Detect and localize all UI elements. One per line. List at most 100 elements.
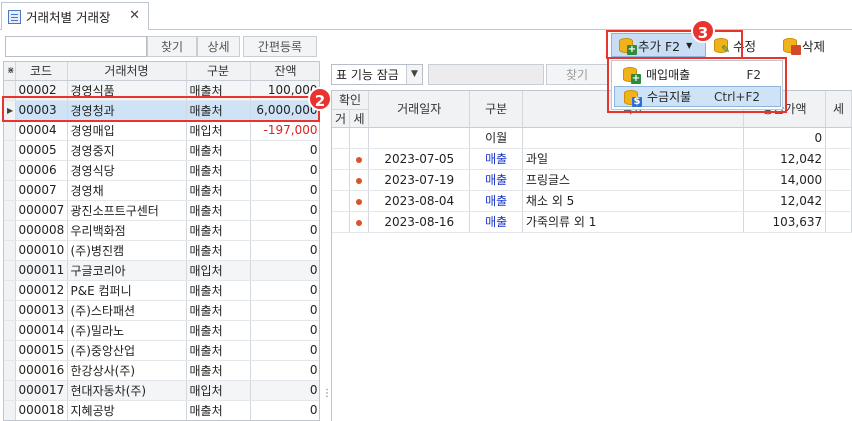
cell-date: 2023-07-05 <box>368 148 471 170</box>
partner-row[interactable]: 000014 (주)밀라노 매출처 0 <box>4 320 319 341</box>
quick-register-button[interactable]: 간편등록 <box>243 36 317 57</box>
row-indicator <box>4 180 16 201</box>
cell-code: 000015 <box>15 340 68 361</box>
ledger-find-button[interactable]: 찾기 <box>546 64 608 85</box>
cell-supply: 12,042 <box>743 190 827 212</box>
combo-value: 표 기능 잠금 <box>336 68 399 82</box>
cell-balance: 0 <box>250 260 319 281</box>
cell-code: 000008 <box>15 220 68 241</box>
cell-date: 2023-08-04 <box>368 190 471 212</box>
step-badge-3: 3 <box>691 19 715 43</box>
partner-row[interactable]: 00005 경영중지 매출처 0 <box>4 140 319 161</box>
ledger-grid: 확인 거래일자 구분 적요 공급가액 세 거 세 이월02023-07-05매출… <box>331 90 852 421</box>
splitter-handle[interactable]: ⋮ <box>322 389 332 404</box>
cell-name: 광진소프트구센터 <box>67 200 187 221</box>
status-dot-icon <box>356 156 363 163</box>
cell-date <box>368 127 471 149</box>
grid-corner: ⋇ <box>4 62 16 81</box>
cell-balance: 0 <box>250 300 319 321</box>
cell-tax <box>825 127 852 149</box>
cell-trade-check <box>332 190 351 212</box>
tab-title: 거래처별 거래장 <box>26 10 111 25</box>
row-indicator <box>4 340 16 361</box>
cell-balance: 0 <box>250 400 319 420</box>
cell-name: (주)스타패션 <box>67 300 187 321</box>
close-icon[interactable]: ✕ <box>129 8 140 23</box>
cell-balance: 0 <box>250 200 319 221</box>
cell-code: 000017 <box>15 380 68 401</box>
cell-code: 000012 <box>15 280 68 301</box>
ledger-row[interactable]: 2023-07-05 매출 과일 12,042 <box>332 148 852 170</box>
column-header-taxinv[interactable]: 세 <box>349 109 370 128</box>
ledger-row[interactable]: 2023-08-04 매출 채소 외 5 12,042 <box>332 190 852 212</box>
partner-row[interactable]: 000007 광진소프트구센터 매출처 0 <box>4 200 319 221</box>
database-delete-icon <box>783 37 801 55</box>
table-lock-combo[interactable]: 표 기능 잠금 ▼ <box>331 64 423 85</box>
cell-balance: -197,000 <box>250 120 319 141</box>
cell-name: 경영중지 <box>67 140 187 161</box>
cell-trade-check <box>332 127 351 149</box>
cell-balance: 0 <box>250 320 319 341</box>
cell-name: P&E 컴퍼니 <box>67 280 187 301</box>
detail-button[interactable]: 상세 <box>197 36 240 57</box>
cell-kind: 매출 <box>469 211 523 233</box>
partner-row[interactable]: 000013 (주)스타패션 매출처 0 <box>4 300 319 321</box>
cell-memo: 프링글스 <box>522 169 744 191</box>
ledger-row[interactable]: 2023-07-19 매출 프링글스 14,000 <box>332 169 852 191</box>
cell-tax <box>825 148 852 170</box>
confirm-group-header: 확인 <box>332 91 370 110</box>
partner-row[interactable]: 000018 지혜공방 매출처 0 <box>4 400 319 420</box>
partner-search-input[interactable] <box>5 36 147 57</box>
column-header-kind[interactable]: 구분 <box>469 91 523 128</box>
ledger-search-input[interactable] <box>428 64 544 85</box>
cell-memo <box>522 127 744 149</box>
cell-type: 매출처 <box>186 340 251 361</box>
column-header-tax[interactable]: 세 <box>825 91 852 128</box>
cell-type: 매출처 <box>186 400 251 420</box>
cell-tax-check <box>349 169 370 191</box>
cell-code: 00004 <box>15 120 68 141</box>
ledger-row[interactable]: 이월 0 <box>332 127 852 149</box>
cell-balance: 0 <box>250 280 319 301</box>
ledger-row[interactable]: 2023-08-16 매출 가죽의류 외 1 103,637 <box>332 211 852 233</box>
cell-type: 매출처 <box>186 140 251 161</box>
cell-type: 매출처 <box>186 320 251 341</box>
partner-row[interactable]: 000015 (주)중앙산업 매출처 0 <box>4 340 319 361</box>
tab-partner-ledger[interactable]: 거래처별 거래장 ✕ <box>1 2 149 30</box>
delete-button-label: 삭제 <box>802 38 826 54</box>
column-header-code[interactable]: 코드 <box>15 62 68 81</box>
partner-row[interactable]: 00006 경영식당 매출처 0 <box>4 160 319 181</box>
column-header-name[interactable]: 거래처명 <box>67 62 187 81</box>
cell-balance: 0 <box>250 240 319 261</box>
chevron-down-icon[interactable]: ▼ <box>406 65 422 84</box>
cell-kind: 매출 <box>469 169 523 191</box>
cell-name: 지혜공방 <box>67 400 187 420</box>
partner-row[interactable]: 00007 경영채 매출처 0 <box>4 180 319 201</box>
document-icon <box>8 9 21 24</box>
partner-row[interactable]: 000010 (주)병진캠 매출처 0 <box>4 240 319 261</box>
cell-code: 000010 <box>15 240 68 261</box>
status-dot-icon <box>356 177 363 184</box>
column-header-type[interactable]: 구분 <box>186 62 251 81</box>
cell-tax-check <box>349 211 370 233</box>
partner-row[interactable]: 000012 P&E 컴퍼니 매출처 0 <box>4 280 319 301</box>
cell-type: 매입처 <box>186 120 251 141</box>
cell-supply: 0 <box>743 127 827 149</box>
cell-balance: 0 <box>250 340 319 361</box>
column-header-trade[interactable]: 거 <box>332 109 351 128</box>
cell-supply: 12,042 <box>743 148 827 170</box>
delete-button[interactable]: 삭제 <box>783 33 825 57</box>
partner-grid-header: ⋇ 코드 거래처명 구분 잔액 <box>4 62 319 81</box>
partner-row[interactable]: 000017 현대자동차(주) 매입처 0 <box>4 380 319 401</box>
cell-type: 매출처 <box>186 280 251 301</box>
partner-row[interactable]: 000008 우리백화점 매출처 0 <box>4 220 319 241</box>
cell-tax-check <box>349 127 370 149</box>
row-indicator <box>4 380 16 401</box>
find-button[interactable]: 찾기 <box>147 36 197 57</box>
column-header-balance[interactable]: 잔액 <box>250 62 319 81</box>
partner-row[interactable]: 000011 구글코리아 매입처 0 <box>4 260 319 281</box>
partner-row[interactable]: 00004 경영매입 매입처 -197,000 <box>4 120 319 141</box>
row-indicator <box>4 300 16 321</box>
column-header-date[interactable]: 거래일자 <box>368 91 471 128</box>
partner-row[interactable]: 000016 한강상사(주) 매출처 0 <box>4 360 319 381</box>
